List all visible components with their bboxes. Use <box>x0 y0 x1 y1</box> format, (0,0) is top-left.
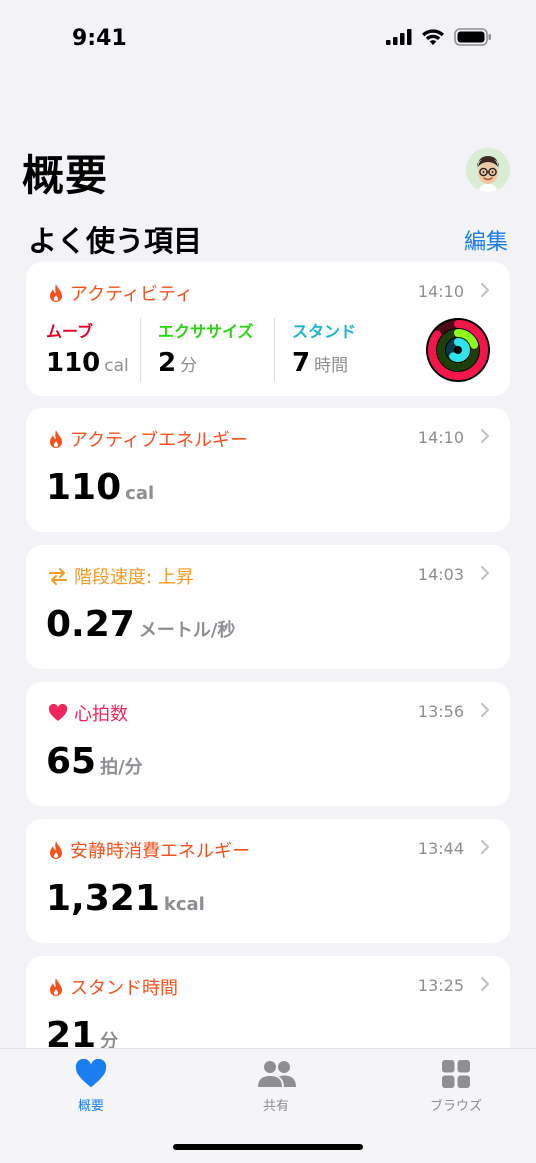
status-icons <box>386 28 492 46</box>
flame-icon <box>50 430 62 448</box>
metric-card[interactable]: アクティブエネルギー 14:10 110 cal <box>26 408 510 532</box>
metric-time: 13:25 <box>417 976 464 995</box>
activity-card-title: アクティビティ <box>70 284 193 305</box>
battery-icon <box>454 28 491 46</box>
chevron-right-icon <box>480 428 490 444</box>
wifi-icon <box>422 29 444 45</box>
activity-card-header: アクティビティ <box>48 280 193 306</box>
stairs-icon <box>49 568 67 585</box>
metric-time: 14:03 <box>417 565 464 584</box>
metric-title: スタンド時間 <box>70 978 178 999</box>
tab-sharing[interactable]: 共有 <box>216 1059 336 1114</box>
stand-column: スタンド 7 時間 <box>292 318 356 378</box>
metric-title: アクティブエネルギー <box>70 430 249 451</box>
metric-card[interactable]: 階段速度: 上昇 14:03 0.27 メートル/秒 <box>26 545 510 669</box>
cellular-signal-icon <box>386 29 412 45</box>
tab-label: 共有 <box>262 1099 289 1114</box>
flame-icon <box>50 978 62 996</box>
heart-icon <box>75 1058 107 1088</box>
edit-button[interactable]: 編集 <box>464 224 508 256</box>
stand-label: スタンド <box>292 322 357 341</box>
metric-title: 心拍数 <box>74 704 128 725</box>
tab-summary[interactable]: 概要 <box>31 1058 151 1114</box>
tab-browse[interactable]: ブラウズ <box>396 1059 516 1114</box>
chevron-right-icon <box>480 839 490 855</box>
metric-time: 14:10 <box>417 428 464 447</box>
column-divider <box>140 318 141 382</box>
heart-icon <box>48 704 68 721</box>
grid-icon <box>442 1060 470 1088</box>
metric-value: 110 <box>46 467 122 508</box>
activity-card[interactable]: アクティビティ 14:10 ムーブ 110 cal エクササイズ 2分 スタンド … <box>26 262 510 396</box>
tab-label: 概要 <box>77 1099 104 1114</box>
favorites-section-title: よく使う項目 <box>28 224 203 258</box>
activity-card-time: 14:10 <box>417 282 464 301</box>
metric-value: 1,321 <box>46 878 160 919</box>
chevron-right-icon <box>480 976 490 992</box>
metric-card[interactable]: 心拍数 13:56 65 拍/分 <box>26 682 510 806</box>
column-divider <box>274 318 275 382</box>
exercise-label: エクササイズ <box>158 322 254 341</box>
chevron-right-icon <box>480 702 490 718</box>
metric-value: 21 <box>46 1015 97 1048</box>
metric-unit: 拍/分 <box>100 757 143 778</box>
page-title: 概要 <box>22 151 109 200</box>
metric-title: 階段速度: 上昇 <box>74 567 194 588</box>
metric-card[interactable]: スタンド時間 13:25 21 分 <box>26 956 510 1048</box>
profile-avatar[interactable] <box>466 148 510 192</box>
move-label: ムーブ <box>46 322 94 341</box>
metric-unit: メートル/秒 <box>138 620 236 641</box>
flame-icon <box>50 284 62 302</box>
exercise-unit: 分 <box>180 356 198 376</box>
move-value: 110 <box>46 348 101 378</box>
metric-value: 0.27 <box>46 604 135 645</box>
chevron-right-icon <box>480 565 490 581</box>
exercise-value: 2 <box>158 348 177 378</box>
stand-value: 7 <box>292 348 311 378</box>
status-bar: 9:41 <box>0 0 536 80</box>
status-time: 9:41 <box>72 26 127 51</box>
flame-icon <box>50 841 62 859</box>
metric-unit: kcal <box>163 894 205 915</box>
stand-unit: 時間 <box>314 356 349 376</box>
metric-title: 安静時消費エネルギー <box>70 841 250 862</box>
favorites-list[interactable]: アクティビティ 14:10 ムーブ 110 cal エクササイズ 2分 スタンド … <box>0 262 536 1048</box>
home-indicator <box>173 1144 363 1150</box>
activity-rings-icon <box>426 318 490 382</box>
metric-value: 65 <box>46 741 97 782</box>
tab-label: ブラウズ <box>429 1099 482 1114</box>
metric-unit: 分 <box>100 1031 119 1048</box>
exercise-column: エクササイズ 2分 <box>158 318 254 378</box>
move-column: ムーブ 110 cal <box>46 318 129 378</box>
chevron-right-icon <box>480 282 490 298</box>
metric-unit: cal <box>125 483 155 504</box>
people-icon <box>258 1061 296 1087</box>
metric-time: 13:44 <box>417 839 464 858</box>
move-unit: cal <box>104 356 129 376</box>
metric-time: 13:56 <box>417 702 464 721</box>
metric-card[interactable]: 安静時消費エネルギー 13:44 1,321 kcal <box>26 819 510 943</box>
memoji-avatar-icon <box>466 148 510 192</box>
